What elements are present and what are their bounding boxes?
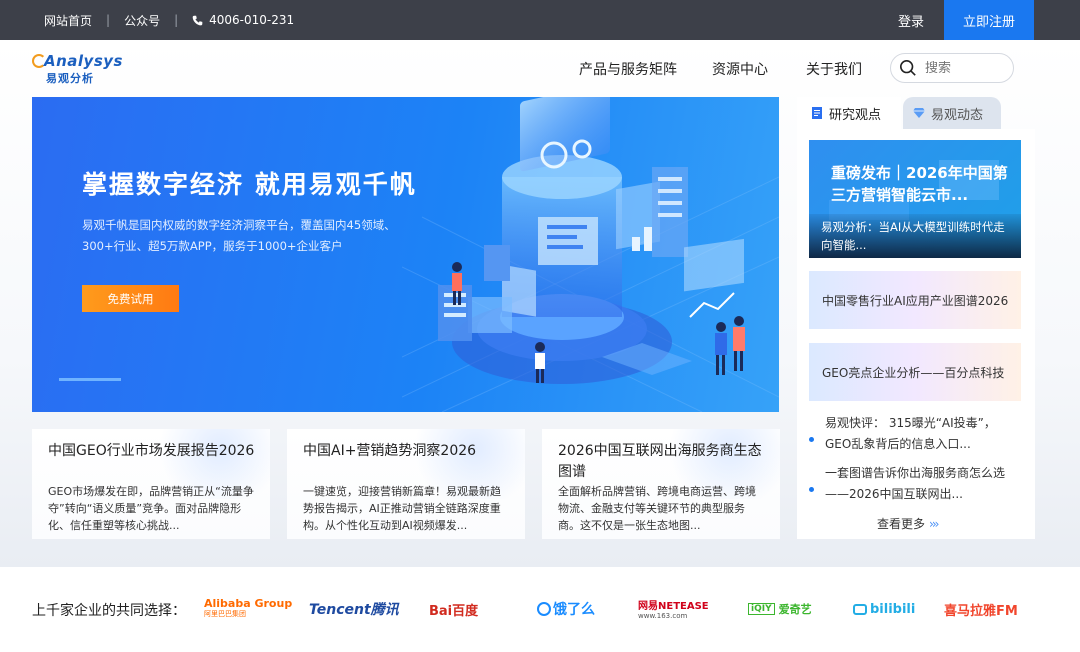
alibaba-logo: Alibaba Group 阿里巴巴集团 <box>204 597 292 621</box>
partner-name: bilibili <box>870 601 916 617</box>
report-title: 中国AI+营销趋势洞察2026 <box>303 443 477 459</box>
nav-about[interactable]: 关于我们 <box>806 55 862 83</box>
partner-sub: www.163.com <box>638 612 688 620</box>
bilibili-logo: bilibili <box>853 597 915 621</box>
report-title: 2026中国互联网出海服务商生态图谱 <box>558 443 762 480</box>
feature-caption: 易观分析：当AI从大模型训练时代走向智能... <box>809 214 1021 258</box>
baidu-logo: Bai百度 <box>429 603 479 619</box>
news-item[interactable]: 一套图谱告诉你出海服务商怎么选——2026中国互联网出... <box>809 463 1021 505</box>
feature-card[interactable]: 重磅发布｜2026年中国第三方营销智能云市... 易观分析：当AI从大模型训练时… <box>809 140 1021 258</box>
top-bar: 网站首页 | 公众号 | 4006-010-231 登录 立即注册 <box>0 0 1080 40</box>
tab-news[interactable]: 易观动态 <box>903 97 1001 129</box>
double-chevron-right-icon: ››› <box>929 516 940 531</box>
logo-cn: 易观分析 <box>46 72 94 85</box>
side-card[interactable]: GEO亮点企业分析——百分点科技 <box>809 343 1021 401</box>
diamond-icon <box>913 108 925 118</box>
carousel-indicator[interactable] <box>59 378 121 381</box>
tab-news-label: 易观动态 <box>931 107 984 123</box>
phone-icon <box>192 15 203 25</box>
partner-sub: 阿里巴巴集团 <box>204 610 246 618</box>
feature-headline: 重磅发布｜2026年中国第三方营销智能云市... <box>831 164 1008 204</box>
report-description: GEO市场爆发在即，品牌营销正从“流量争夺”转向“语义质量”竞争。面对品牌隐形化… <box>48 485 254 532</box>
logo[interactable]: Analysys 易观分析 <box>32 50 122 88</box>
report-card[interactable]: 中国AI+营销趋势洞察2026 一键速览，迎接营销新篇章！易观最新趋势报告揭示，… <box>287 429 525 539</box>
search-icon <box>899 59 916 76</box>
bullet-icon <box>809 487 814 492</box>
partner-name: Alibaba Group <box>204 597 293 610</box>
hero-illustration <box>402 97 779 412</box>
free-trial-button[interactable]: 免费试用 <box>82 285 179 312</box>
view-more-label: 查看更多 <box>877 517 926 531</box>
view-more-link[interactable]: 查看更多 ››› <box>877 515 940 532</box>
side-card[interactable]: 中国零售行业AI应用产业图谱2026 <box>809 271 1021 329</box>
netease-logo: 网易NETEASE www.163.com <box>638 597 709 621</box>
report-title: 中国GEO行业市场发展报告2026 <box>48 443 255 459</box>
divider: | <box>174 13 179 27</box>
partner-name: 网易NETEASE <box>638 601 709 612</box>
partners-label: 上千家企业的共同选择： <box>32 603 186 619</box>
search-box[interactable] <box>890 53 1014 83</box>
tab-research-label: 研究观点 <box>829 107 882 123</box>
iqiyi-box-icon: iQIY <box>748 603 775 615</box>
bilibili-tv-icon <box>853 603 867 615</box>
report-description: 一键速览，迎接营销新篇章！易观最新趋势报告揭示，AI正推动营销全链路深度重构。从… <box>303 485 501 532</box>
nav-resources[interactable]: 资源中心 <box>712 55 768 83</box>
hero-title: 掌握数字经济 就用易观千帆 <box>82 170 417 199</box>
eleme-e-icon <box>537 602 551 616</box>
report-card[interactable]: 2026中国互联网出海服务商生态图谱 全面解析品牌营销、跨境电商运营、跨境物流、… <box>542 429 780 539</box>
news-item[interactable]: 易观快评： 315曝光“AI投毒”，GEO乱象背后的信息入口... <box>809 413 1021 455</box>
news-item-text: 一套图谱告诉你出海服务商怎么选——2026中国互联网出... <box>825 466 1006 501</box>
tencent-logo: Tencent腾讯 <box>309 602 399 618</box>
hero-description: 易观千帆是国内权威的数字经济洞察平台，覆盖国内45领域、300+行业、超5万款A… <box>82 218 396 253</box>
report-description: 全面解析品牌营销、跨境电商运营、跨境物流、金融支付等关键环节的典型服务商。这不仅… <box>558 485 756 532</box>
document-icon <box>812 107 822 119</box>
report-card[interactable]: 中国GEO行业市场发展报告2026 GEO市场爆发在即，品牌营销正从“流量争夺”… <box>32 429 270 539</box>
partner-name: 饿了么 <box>553 602 595 618</box>
phone-number: 4006-010-231 <box>192 13 294 27</box>
wechat-link[interactable]: 公众号 <box>124 12 160 29</box>
eleme-logo: 饿了么 <box>537 597 595 621</box>
iqiyi-logo: iQIY 爱奇艺 <box>748 597 812 621</box>
logo-wordmark: Analysys <box>44 52 123 70</box>
search-input[interactable] <box>925 60 1005 76</box>
side-tabs: 研究观点 易观动态 <box>797 97 1035 129</box>
side-panel: 重磅发布｜2026年中国第三方营销智能云市... 易观分析：当AI从大模型训练时… <box>797 129 1035 539</box>
news-item-text: 易观快评： 315曝光“AI投毒”，GEO乱象背后的信息入口... <box>825 416 996 451</box>
divider: | <box>106 13 111 27</box>
ximalaya-logo: 喜马拉雅FM <box>944 603 1018 619</box>
register-button[interactable]: 立即注册 <box>944 0 1034 40</box>
nav-products[interactable]: 产品与服务矩阵 <box>579 55 677 83</box>
bullet-icon <box>809 437 814 442</box>
login-button[interactable]: 登录 <box>886 0 936 40</box>
tab-research[interactable]: 研究观点 <box>797 97 901 129</box>
home-link[interactable]: 网站首页 <box>44 12 92 29</box>
partner-name: 爱奇艺 <box>778 603 812 616</box>
hero-banner[interactable]: 掌握数字经济 就用易观千帆 易观千帆是国内权威的数字经济洞察平台，覆盖国内45领… <box>32 97 779 412</box>
phone-text: 4006-010-231 <box>209 13 295 27</box>
partners-strip: 上千家企业的共同选择： Alibaba Group 阿里巴巴集团 Tencent… <box>0 567 1080 652</box>
